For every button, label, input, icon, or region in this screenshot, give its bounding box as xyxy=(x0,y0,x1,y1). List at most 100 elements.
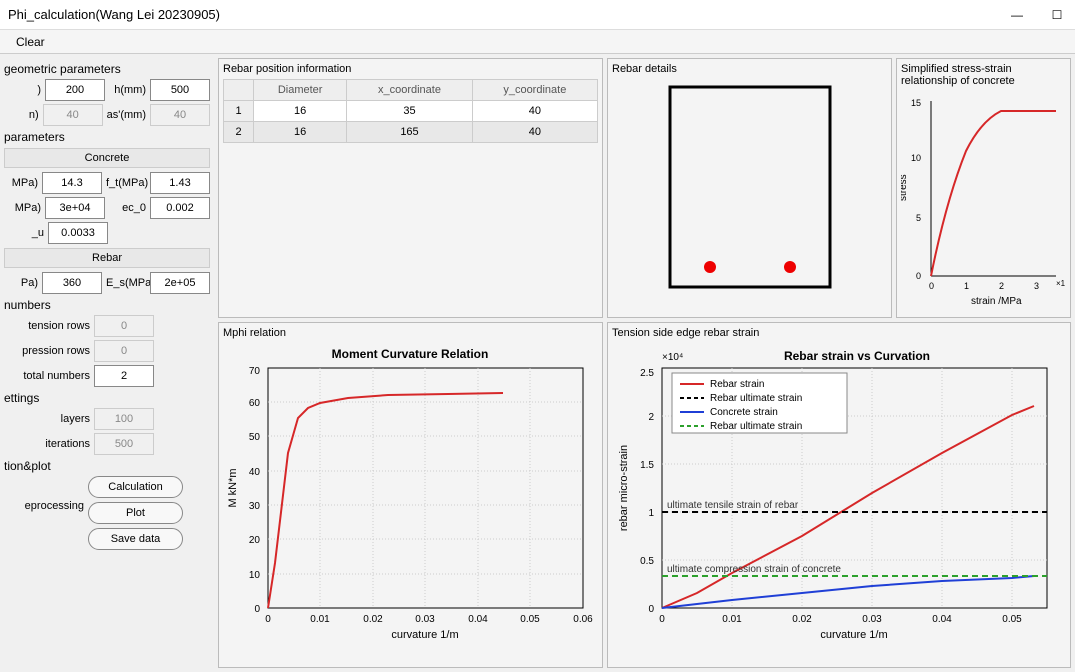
table-row[interactable]: 1 16 35 40 xyxy=(224,101,598,122)
svg-text:15: 15 xyxy=(911,98,921,108)
ft-input[interactable] xyxy=(150,172,210,194)
svg-text:Concrete strain: Concrete strain xyxy=(710,407,778,418)
svg-text:2: 2 xyxy=(999,281,1004,291)
svg-text:Rebar ultimate strain: Rebar ultimate strain xyxy=(710,393,802,404)
strain-chart: ×10⁴ Rebar strain vs Curvation xyxy=(612,343,1062,643)
stress-strain-chart: 15 10 5 0 0 1 2 3 ×1 strain /MPa stress xyxy=(901,91,1066,306)
col-diameter: Diameter xyxy=(254,80,347,101)
svg-text:0: 0 xyxy=(648,604,654,615)
left-panel: geometric parameters ) h(mm) n) as'(mm) … xyxy=(0,54,214,672)
E-input[interactable] xyxy=(45,197,105,219)
section-sketch xyxy=(612,79,887,294)
svg-text:10: 10 xyxy=(249,570,261,581)
ec0-label: ec_0 xyxy=(109,202,146,214)
menubar: Clear xyxy=(0,30,1075,54)
svg-text:0.01: 0.01 xyxy=(310,614,330,625)
total-input[interactable] xyxy=(94,365,154,387)
maximize-icon[interactable]: ☐ xyxy=(1047,5,1067,25)
rebar-table[interactable]: Diameter x_coordinate y_coordinate 1 16 … xyxy=(223,79,598,143)
iplot-title: tion&plot xyxy=(4,459,210,473)
svg-text:0: 0 xyxy=(265,614,271,625)
Es-input[interactable] xyxy=(150,272,210,294)
svg-text:stress: stress xyxy=(901,174,909,201)
svg-text:curvature 1/m: curvature 1/m xyxy=(820,629,887,641)
ss-title: Simplified stress-strain relationship of… xyxy=(901,63,1066,87)
svg-text:2: 2 xyxy=(648,412,654,423)
save-data-button[interactable]: Save data xyxy=(88,528,183,550)
menu-clear[interactable]: Clear xyxy=(8,33,53,51)
ec0-input[interactable] xyxy=(150,197,210,219)
svg-text:1: 1 xyxy=(648,508,654,519)
plot-button[interactable]: Plot xyxy=(88,502,183,524)
svg-text:×10⁴: ×10⁴ xyxy=(662,352,683,363)
svg-text:0: 0 xyxy=(916,271,921,281)
svg-text:strain /MPa: strain /MPa xyxy=(971,296,1022,306)
svg-text:10: 10 xyxy=(911,153,921,163)
svg-text:0: 0 xyxy=(254,604,260,615)
svg-text:60: 60 xyxy=(249,398,261,409)
comp-input xyxy=(94,340,154,362)
b-label: ) xyxy=(4,84,41,96)
svg-text:Rebar ultimate strain: Rebar ultimate strain xyxy=(710,421,802,432)
svg-text:M kN*m: M kN*m xyxy=(227,468,239,507)
svg-text:0.06: 0.06 xyxy=(573,614,593,625)
rebar-pos-title: Rebar position information xyxy=(223,63,598,75)
svg-text:0.01: 0.01 xyxy=(722,614,742,625)
geom-title: geometric parameters xyxy=(4,62,210,76)
svg-text:0: 0 xyxy=(929,281,934,291)
fy-input[interactable] xyxy=(42,272,102,294)
fc-label: MPa) xyxy=(4,177,38,189)
svg-text:×1: ×1 xyxy=(1056,279,1066,288)
window-title: Phi_calculation(Wang Lei 20230905) xyxy=(8,7,220,22)
svg-text:70: 70 xyxy=(249,366,261,377)
Es-label: E_s(MPa) xyxy=(106,277,146,289)
h-label: h(mm) xyxy=(109,84,146,96)
fc-input[interactable] xyxy=(42,172,102,194)
numbers-title: numbers xyxy=(4,298,210,312)
strain-panel: Tension side edge rebar strain ×10⁴ Reba… xyxy=(607,322,1071,668)
comp-label: pression rows xyxy=(10,345,90,357)
svg-text:30: 30 xyxy=(249,501,261,512)
rebar-position-panel: Rebar position information Diameter x_co… xyxy=(218,58,603,318)
svg-text:0.05: 0.05 xyxy=(520,614,540,625)
calculation-button[interactable]: Calculation xyxy=(88,476,183,498)
svg-text:0.03: 0.03 xyxy=(862,614,882,625)
svg-text:0.03: 0.03 xyxy=(415,614,435,625)
svg-text:ultimate compression strain of: ultimate compression strain of concrete xyxy=(667,564,841,575)
preproc-label: eprocessing xyxy=(4,476,84,512)
fy-label: Pa) xyxy=(4,277,38,289)
eu-label: _u xyxy=(4,227,44,239)
svg-text:1: 1 xyxy=(964,281,969,291)
svg-text:Rebar strain vs Curvation: Rebar strain vs Curvation xyxy=(784,349,930,363)
mphi-title: Mphi relation xyxy=(223,327,598,339)
rebar-details-title: Rebar details xyxy=(612,63,887,75)
svg-text:1.5: 1.5 xyxy=(640,460,654,471)
svg-text:0.04: 0.04 xyxy=(932,614,952,625)
ft-label: f_t(MPa) xyxy=(106,177,146,189)
svg-text:rebar micro-strain: rebar micro-strain xyxy=(618,445,630,531)
svg-text:50: 50 xyxy=(249,432,261,443)
table-row[interactable]: 2 16 165 40 xyxy=(224,122,598,143)
b-input[interactable] xyxy=(45,79,105,101)
as-label: n) xyxy=(4,109,39,121)
svg-text:curvature 1/m: curvature 1/m xyxy=(391,629,458,641)
iter-label: iterations xyxy=(10,438,90,450)
svg-text:20: 20 xyxy=(249,535,261,546)
h-input[interactable] xyxy=(150,79,210,101)
mphi-panel: Mphi relation Moment Curvature Relation xyxy=(218,322,603,668)
svg-text:ultimate tensile strain of reb: ultimate tensile strain of rebar xyxy=(667,500,799,511)
svg-text:0.04: 0.04 xyxy=(468,614,488,625)
concrete-header: Concrete xyxy=(4,148,210,168)
svg-text:5: 5 xyxy=(916,213,921,223)
eu-input[interactable] xyxy=(48,222,108,244)
svg-text:0: 0 xyxy=(659,614,665,625)
stress-strain-panel: Simplified stress-strain relationship of… xyxy=(896,58,1071,318)
total-label: total numbers xyxy=(10,370,90,382)
svg-text:Moment Curvature Relation: Moment Curvature Relation xyxy=(332,347,489,361)
svg-text:40: 40 xyxy=(249,467,261,478)
rebar-header: Rebar xyxy=(4,248,210,268)
minimize-icon[interactable]: — xyxy=(1007,5,1027,25)
svg-text:2.5: 2.5 xyxy=(640,368,654,379)
svg-text:0.02: 0.02 xyxy=(792,614,812,625)
rebar-details-panel: Rebar details xyxy=(607,58,892,318)
